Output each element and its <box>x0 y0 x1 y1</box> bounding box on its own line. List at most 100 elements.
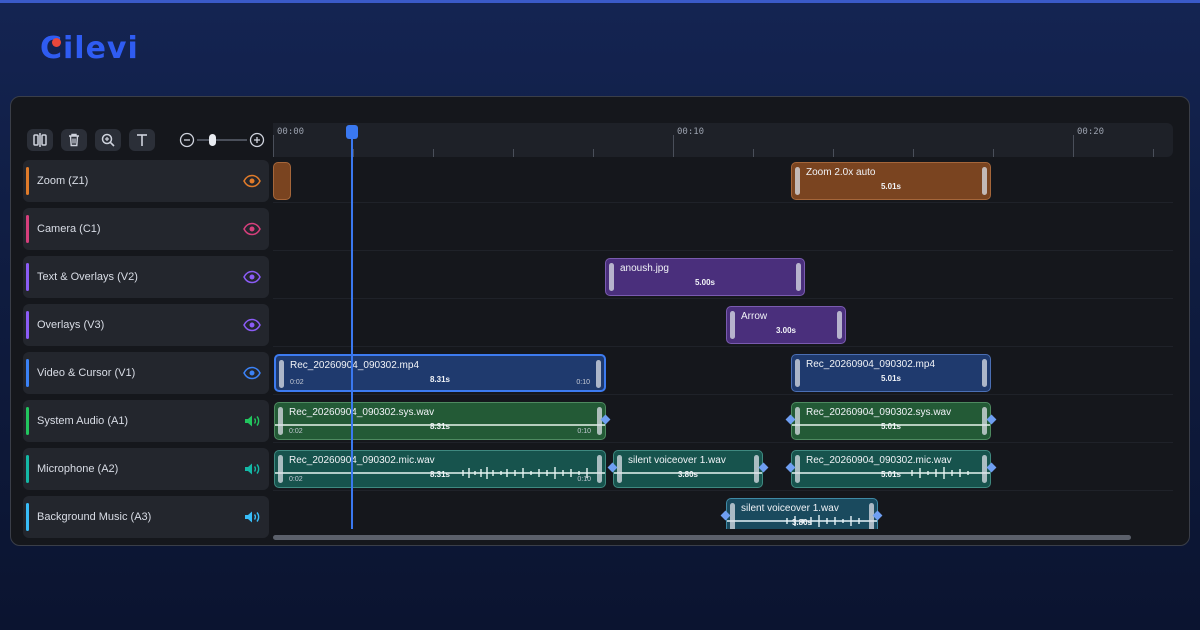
eye-icon[interactable] <box>243 365 261 381</box>
ruler-tick <box>353 149 354 157</box>
horizontal-scrollbar[interactable] <box>273 533 1173 541</box>
track-header-microphone[interactable]: Microphone (A2) <box>23 448 269 490</box>
split-icon <box>33 133 47 147</box>
clip-trim-handle-right[interactable] <box>796 263 801 291</box>
ruler-tick <box>593 149 594 157</box>
clip-duration: 3.80s <box>677 470 699 479</box>
ruler-tick <box>753 149 754 157</box>
zoom-slider-track <box>197 139 247 141</box>
speaker-icon[interactable] <box>243 461 261 477</box>
clip-end-time: 0:10 <box>576 379 590 386</box>
track-header-overlays[interactable]: Overlays (V3) <box>23 304 269 346</box>
ruler-tick <box>433 149 434 157</box>
track-name: Text & Overlays (V2) <box>37 271 138 283</box>
clip-video-selected[interactable]: Rec_20260904_090302.mp4 8.31s 0:02 0:10 <box>274 354 606 392</box>
zoom-slider[interactable] <box>197 132 247 148</box>
trash-icon <box>69 133 79 147</box>
clip-image[interactable]: anoush.jpg 5.00s <box>605 258 805 296</box>
clip-end-time: 0:10 <box>577 476 591 483</box>
track-name: Camera (C1) <box>37 223 101 235</box>
track-name: System Audio (A1) <box>37 415 129 427</box>
eye-icon[interactable] <box>243 317 261 333</box>
clip-duration: 3.80s <box>791 518 813 527</box>
split-button[interactable] <box>27 129 53 151</box>
clip-zoom-auto[interactable]: Zoom 2.0x auto 5.01s <box>791 162 991 200</box>
clip-duration: 8.31s <box>429 375 451 384</box>
clip-duration: 3.00s <box>775 326 797 335</box>
clip-trim-handle-right[interactable] <box>982 359 987 387</box>
clip-title: Rec_20260904_090302.mp4 <box>290 360 419 371</box>
clip-trim-handle-right[interactable] <box>596 360 601 388</box>
clip-trim-handle-right[interactable] <box>837 311 842 339</box>
lane-zoom[interactable]: Zoom 2.0x auto 5.01s <box>273 159 1173 203</box>
track-name: Overlays (V3) <box>37 319 105 331</box>
clip-video[interactable]: Rec_20260904_090302.mp4 5.01s <box>791 354 991 392</box>
clip-title: Rec_20260904_090302.mp4 <box>806 359 935 370</box>
clip-duration: 8.31s <box>429 470 451 479</box>
track-header-zoom[interactable]: Zoom (Z1) <box>23 160 269 202</box>
track-header-camera[interactable]: Camera (C1) <box>23 208 269 250</box>
eye-icon[interactable] <box>243 269 261 285</box>
clip-trim-handle-right[interactable] <box>754 455 759 483</box>
eye-icon[interactable] <box>243 221 261 237</box>
timeline-panel: 00:00 00:10 00:20 Zoom (Z1) Camera (C1) … <box>10 96 1190 546</box>
clip-audio[interactable]: Rec_20260904_090302.sys.wav 5.01s <box>791 402 991 440</box>
clip-zoom-start[interactable] <box>273 162 291 200</box>
zoom-in-icon[interactable] <box>249 132 265 148</box>
speaker-icon[interactable] <box>243 413 261 429</box>
delete-button[interactable] <box>61 129 87 151</box>
lane-background-music[interactable]: silent voiceover 1.wav 3.80s <box>273 495 1173 529</box>
clip-title: anoush.jpg <box>620 263 669 274</box>
lane-text-overlays[interactable]: anoush.jpg 5.00s <box>273 255 1173 299</box>
clip-duration: 5.01s <box>880 182 902 191</box>
clip-trim-handle-right[interactable] <box>597 455 602 483</box>
clip-title: silent voiceover 1.wav <box>628 455 726 466</box>
clip-trim-handle-right[interactable] <box>982 407 987 435</box>
track-header-text-overlays[interactable]: Text & Overlays (V2) <box>23 256 269 298</box>
track-header-system-audio[interactable]: System Audio (A1) <box>23 400 269 442</box>
clip-audio[interactable]: Rec_20260904_090302.mic.wav 5.01s <box>791 450 991 488</box>
clip-arrow[interactable]: Arrow 3.00s <box>726 306 846 344</box>
clip-duration: 5.01s <box>880 374 902 383</box>
scrollbar-thumb[interactable] <box>273 535 1131 540</box>
zoom-tool-button[interactable] <box>95 129 121 151</box>
clip-title: silent voiceover 1.wav <box>741 503 839 514</box>
clip-trim-handle-right[interactable] <box>982 167 987 195</box>
lane-video-cursor[interactable]: Rec_20260904_090302.mp4 8.31s 0:02 0:10 … <box>273 351 1173 395</box>
clip-audio[interactable]: Rec_20260904_090302.sys.wav 8.31s 0:02 0… <box>274 402 606 440</box>
clip-title: Arrow <box>741 311 768 322</box>
clip-trim-handle-right[interactable] <box>982 455 987 483</box>
ruler-label: 00:10 <box>677 127 705 137</box>
clip-audio[interactable]: silent voiceover 1.wav 3.80s <box>726 498 878 529</box>
playhead-line[interactable] <box>351 133 353 529</box>
speaker-icon[interactable] <box>243 509 261 525</box>
top-accent-line <box>0 0 1200 3</box>
track-header-video-cursor[interactable]: Video & Cursor (V1) <box>23 352 269 394</box>
ruler-tick <box>913 149 914 157</box>
track-color-bar <box>26 215 29 243</box>
track-color-bar <box>26 455 29 483</box>
clip-audio[interactable]: Rec_20260904_090302.mic.wav 8.31s 0:02 0… <box>274 450 606 488</box>
clip-duration: 5.01s <box>880 470 902 479</box>
lane-camera[interactable] <box>273 207 1173 251</box>
clip-audio[interactable]: silent voiceover 1.wav 3.80s <box>613 450 763 488</box>
track-color-bar <box>26 263 29 291</box>
ruler-tick <box>273 135 274 157</box>
text-button[interactable] <box>129 129 155 151</box>
clip-title: Rec_20260904_090302.sys.wav <box>806 407 952 418</box>
eye-icon[interactable] <box>243 173 261 189</box>
lane-overlays[interactable]: Arrow 3.00s <box>273 303 1173 347</box>
clip-title: Zoom 2.0x auto <box>806 167 876 178</box>
clip-start-time: 0:02 <box>289 476 303 483</box>
clip-start-time: 0:02 <box>290 379 304 386</box>
magnify-icon <box>101 133 115 147</box>
lane-microphone[interactable]: Rec_20260904_090302.mic.wav 8.31s 0:02 0… <box>273 447 1173 491</box>
time-ruler[interactable]: 00:00 00:10 00:20 <box>273 123 1173 157</box>
track-header-background-music[interactable]: Background Music (A3) <box>23 496 269 538</box>
zoom-out-icon[interactable] <box>179 132 195 148</box>
track-name: Video & Cursor (V1) <box>37 367 136 379</box>
timeline-zoom-control <box>179 132 265 148</box>
clip-duration: 5.00s <box>694 278 716 287</box>
zoom-slider-handle[interactable] <box>209 134 216 146</box>
lane-system-audio[interactable]: Rec_20260904_090302.sys.wav 8.31s 0:02 0… <box>273 399 1173 443</box>
